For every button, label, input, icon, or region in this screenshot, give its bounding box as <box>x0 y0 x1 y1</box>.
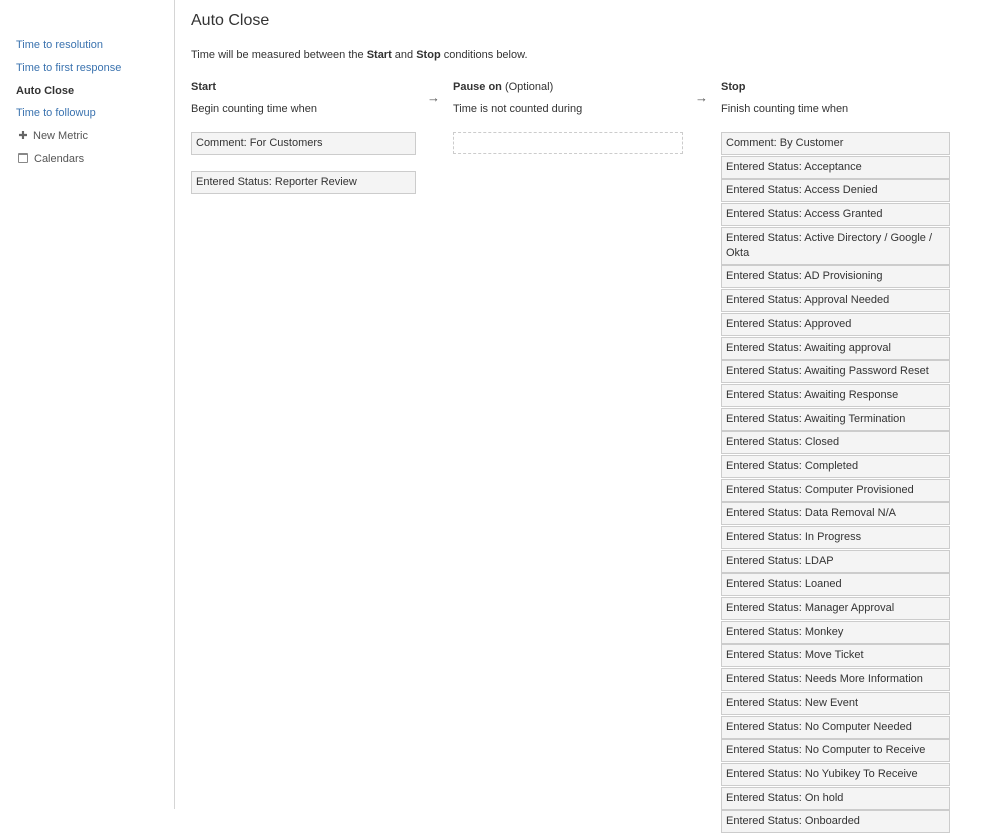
pause-column: Pause on (Optional) Time is not counted … <box>453 79 582 117</box>
sidebar-item-time-to-first-response[interactable]: Time to first response <box>16 60 121 83</box>
pause-dropzone[interactable] <box>453 132 683 154</box>
calendars-link[interactable]: Calendars <box>16 151 121 174</box>
calendar-icon <box>18 152 28 163</box>
plus-icon: ✚ <box>18 130 28 142</box>
stop-condition-item[interactable]: Entered Status: Data Removal N/A <box>721 502 950 526</box>
sidebar-item-time-to-followup[interactable]: Time to followup <box>16 105 121 128</box>
stop-condition-item[interactable]: Entered Status: LDAP <box>721 549 950 573</box>
stop-condition-item[interactable]: Entered Status: Closed <box>721 431 950 455</box>
arrow-pause-to-stop: → <box>695 90 708 105</box>
start-conditions: Comment: For Customers Entered Status: Re… <box>191 132 416 194</box>
stop-condition-item[interactable]: Entered Status: No Computer to Receive <box>721 739 950 763</box>
start-subtitle: Begin counting time when <box>191 103 317 115</box>
sidebar-item-time-to-resolution[interactable]: Time to resolution <box>16 37 121 60</box>
stop-condition-item[interactable]: Entered Status: Awaiting Response <box>721 383 950 407</box>
stop-condition-item[interactable]: Entered Status: Approval Needed <box>721 289 950 313</box>
stop-condition-item[interactable]: Entered Status: Manager Approval <box>721 597 950 621</box>
new-metric-button[interactable]: ✚ New Metric <box>16 128 121 151</box>
stop-condition-item[interactable]: Entered Status: Onboarded <box>721 810 950 834</box>
stop-condition-item[interactable]: Entered Status: AD Provisioning <box>721 265 950 289</box>
intro-text: Time will be measured between the Start … <box>191 49 528 61</box>
stop-condition-item[interactable]: Entered Status: No Computer Needed <box>721 715 950 739</box>
stop-condition-item[interactable]: Entered Status: New Event <box>721 691 950 715</box>
start-condition-item[interactable]: Entered Status: Reporter Review <box>191 171 416 194</box>
stop-condition-item[interactable]: Entered Status: Approved <box>721 312 950 336</box>
stop-condition-item[interactable]: Entered Status: Awaiting Termination <box>721 407 950 431</box>
arrow-start-to-pause: → <box>427 90 440 105</box>
stop-heading: Stop <box>721 81 746 93</box>
start-heading: Start <box>191 81 217 93</box>
stop-condition-item[interactable]: Entered Status: Acceptance <box>721 155 950 179</box>
stop-column: Stop Finish counting time when <box>721 79 848 117</box>
stop-condition-item[interactable]: Entered Status: Access Denied <box>721 179 950 203</box>
start-column: Start Begin counting time when <box>191 79 317 117</box>
metrics-sidebar: Time to resolution Time to first respons… <box>0 0 175 809</box>
stop-condition-item[interactable]: Entered Status: Computer Provisioned <box>721 478 950 502</box>
stop-condition-item[interactable]: Entered Status: In Progress <box>721 526 950 549</box>
stop-subtitle: Finish counting time when <box>721 103 849 115</box>
stop-condition-item[interactable]: Entered Status: Needs More Information <box>721 668 950 692</box>
sidebar-item-auto-close[interactable]: Auto Close <box>16 83 121 106</box>
page-title: Auto Close <box>191 12 270 29</box>
metric-nav: Time to resolution Time to first respons… <box>16 37 121 174</box>
stop-condition-item[interactable]: Entered Status: Completed <box>721 454 950 478</box>
start-condition-item[interactable]: Comment: For Customers <box>191 132 416 155</box>
stop-condition-item[interactable]: Entered Status: Awaiting Password Reset <box>721 360 950 384</box>
stop-condition-item[interactable]: Entered Status: Active Directory / Googl… <box>721 226 950 265</box>
stop-condition-item[interactable]: Entered Status: Loaned <box>721 573 950 597</box>
stop-condition-item[interactable]: Entered Status: Move Ticket <box>721 644 950 668</box>
stop-condition-item[interactable]: Entered Status: Awaiting approval <box>721 336 950 360</box>
stop-condition-item[interactable]: Comment: By Customer <box>721 132 950 155</box>
stop-condition-item[interactable]: Entered Status: No Yubikey To Receive <box>721 762 950 786</box>
stop-condition-item[interactable]: Entered Status: On hold <box>721 786 950 810</box>
pause-subtitle: Time is not counted during <box>453 103 583 115</box>
stop-conditions: Comment: By Customer Entered Status: Acce… <box>721 132 950 834</box>
pause-heading: Pause on (Optional) <box>453 81 554 93</box>
stop-condition-item[interactable]: Entered Status: Monkey <box>721 620 950 644</box>
stop-condition-item[interactable]: Entered Status: Access Granted <box>721 203 950 227</box>
